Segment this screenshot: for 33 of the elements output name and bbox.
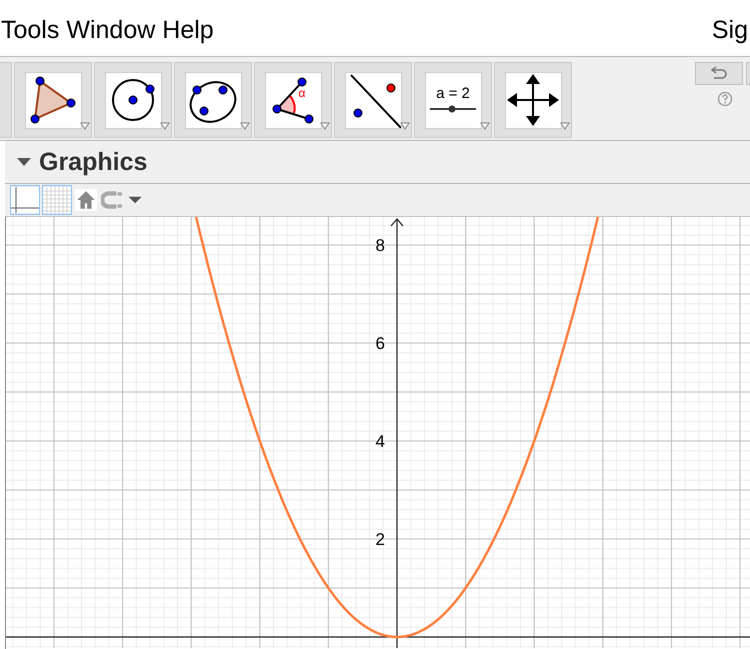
tool-button[interactable]: α bbox=[254, 62, 332, 138]
axes-toggle[interactable] bbox=[10, 185, 40, 215]
menu-item[interactable]: Help bbox=[162, 16, 214, 44]
slider-label: a = 2 bbox=[436, 86, 470, 102]
y-axis-label: 2 bbox=[376, 530, 385, 549]
menu-item[interactable]: Window bbox=[66, 16, 156, 44]
view-title: Graphics bbox=[39, 148, 148, 176]
dropdown-triangle-icon bbox=[80, 122, 90, 130]
move-icon bbox=[506, 72, 560, 128]
tool-button[interactable] bbox=[334, 62, 412, 138]
collapse-triangle-icon[interactable] bbox=[17, 158, 31, 166]
tool-button[interactable] bbox=[494, 62, 572, 138]
dropdown-triangle-icon bbox=[480, 122, 490, 130]
y-axis-label: 6 bbox=[376, 334, 385, 353]
y-axis-label: 8 bbox=[376, 236, 385, 255]
dropdown-triangle-icon bbox=[560, 122, 570, 130]
tool-button[interactable] bbox=[14, 62, 92, 138]
grid-toggle[interactable] bbox=[42, 185, 72, 215]
tool-button[interactable] bbox=[174, 62, 252, 138]
undo-icon bbox=[709, 66, 729, 80]
graphics-canvas[interactable]: 8 6 4 2 bbox=[6, 217, 750, 648]
tool-button[interactable] bbox=[94, 62, 172, 138]
angle-label: α bbox=[298, 86, 306, 98]
tool-button[interactable]: a = 2 bbox=[414, 62, 492, 138]
slider-icon bbox=[430, 104, 476, 114]
dropdown-triangle-icon bbox=[320, 122, 330, 130]
dropdown-triangle-icon bbox=[240, 122, 250, 130]
dropdown-triangle-icon bbox=[160, 122, 170, 130]
undo-button[interactable] bbox=[695, 62, 743, 85]
dropdown-triangle-icon bbox=[400, 122, 410, 130]
menu-item[interactable]: Tools bbox=[1, 16, 60, 44]
sign-in-link[interactable]: Sig bbox=[712, 16, 748, 44]
y-axis-label: 4 bbox=[376, 432, 385, 451]
